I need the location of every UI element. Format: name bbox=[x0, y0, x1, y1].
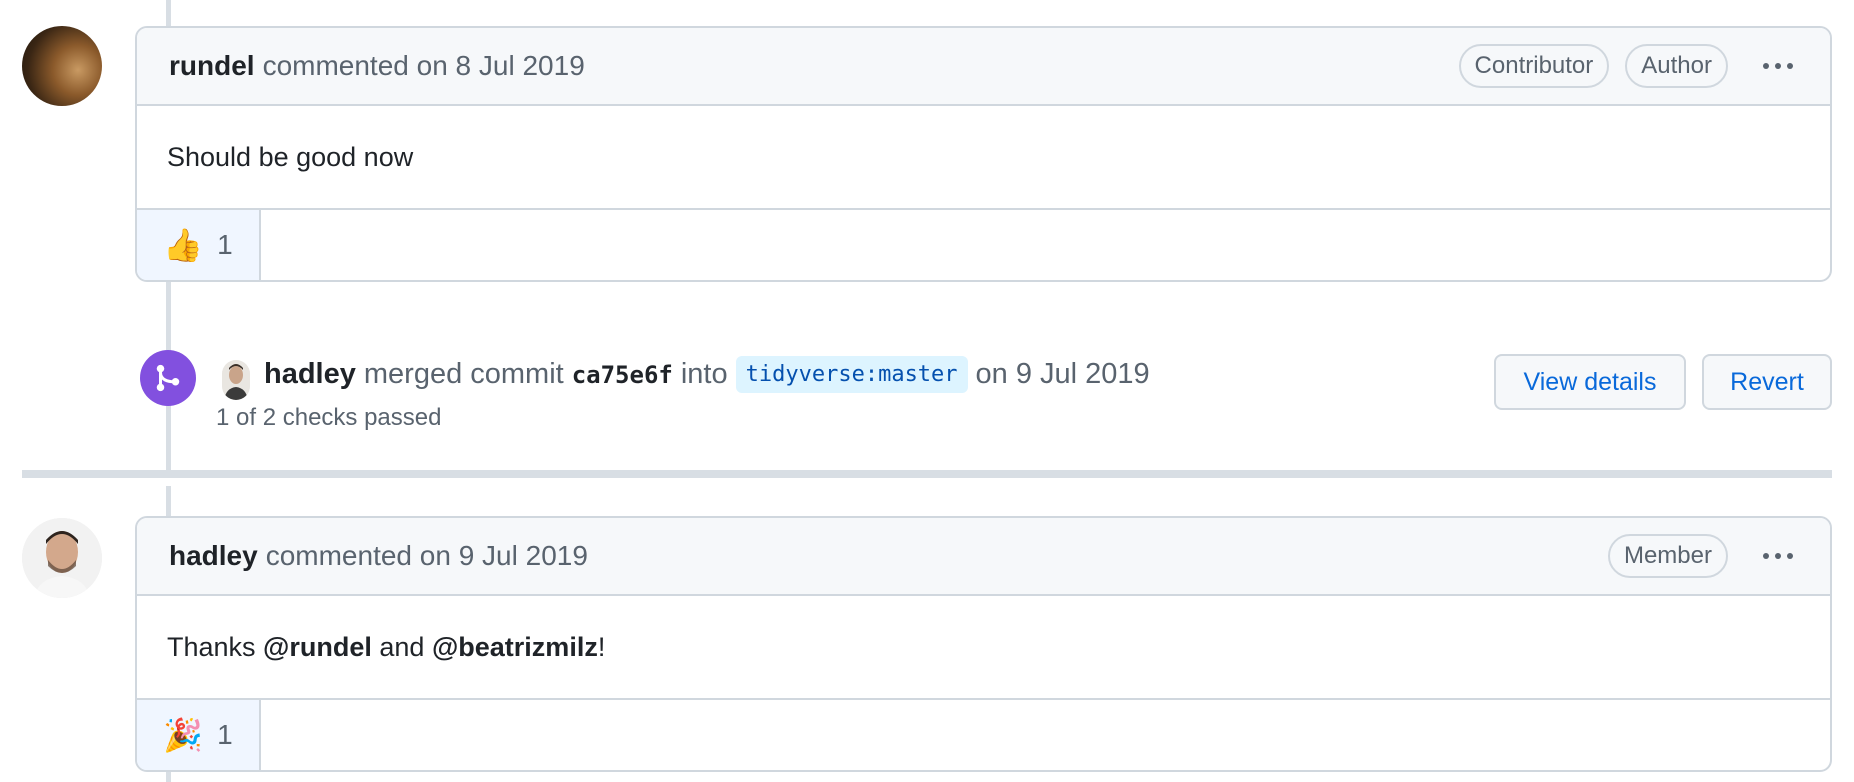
user-mention-link[interactable]: @beatrizmilz bbox=[432, 632, 598, 663]
comment-card: hadley commented on 9 Jul 2019 Member Th… bbox=[135, 516, 1832, 772]
checks-status: 1 of 2 checks passed bbox=[216, 404, 442, 431]
comment-timestamp[interactable]: commented on 8 Jul 2019 bbox=[263, 50, 585, 82]
comment-header: rundel commented on 8 Jul 2019 Contribut… bbox=[137, 28, 1830, 106]
comment-text: Should be good now bbox=[167, 141, 414, 172]
kebab-menu-icon[interactable] bbox=[1754, 48, 1802, 84]
comment-text-mid: and bbox=[371, 631, 432, 662]
member-badge: Member bbox=[1607, 534, 1728, 578]
comment-body: Should be good now bbox=[137, 106, 1830, 210]
branch-label[interactable]: tidyverse:master bbox=[735, 356, 968, 393]
contributor-badge: Contributor bbox=[1458, 44, 1610, 88]
reactions-bar: 🎉 1 bbox=[137, 700, 1830, 770]
comment-text-suffix: ! bbox=[597, 631, 606, 662]
merge-actor[interactable]: hadley bbox=[264, 358, 356, 391]
avatar[interactable] bbox=[222, 360, 250, 400]
reactions-bar: 👍 1 bbox=[137, 210, 1830, 280]
git-merge-icon bbox=[140, 350, 196, 406]
merge-verb: merged commit bbox=[363, 358, 564, 390]
comment-header-actions: Member bbox=[1607, 534, 1802, 578]
comment-timestamp[interactable]: commented on 9 Jul 2019 bbox=[266, 540, 588, 572]
merge-into: into bbox=[680, 358, 728, 390]
commit-sha-link[interactable]: ca75e6f bbox=[572, 361, 673, 389]
comment-author[interactable]: rundel bbox=[169, 50, 255, 82]
view-details-button[interactable]: View details bbox=[1494, 354, 1686, 410]
comment-body: Thanks @rundel and @beatrizmilz ! bbox=[137, 596, 1830, 700]
user-mention-link[interactable]: @rundel bbox=[263, 632, 372, 663]
comment-text-prefix: Thanks bbox=[167, 631, 264, 662]
comment-card: rundel commented on 8 Jul 2019 Contribut… bbox=[135, 26, 1832, 282]
timeline: rundel commented on 8 Jul 2019 Contribut… bbox=[0, 0, 1854, 782]
reaction-tada[interactable]: 🎉 1 bbox=[137, 700, 261, 770]
avatar[interactable] bbox=[22, 518, 102, 598]
comment-author[interactable]: hadley bbox=[169, 540, 258, 572]
thumbs-up-icon: 👍 bbox=[163, 227, 204, 263]
merge-event-text: hadley merged commit ca75e6f into tidyve… bbox=[264, 356, 1150, 393]
author-badge: Author bbox=[1625, 44, 1728, 88]
revert-button[interactable]: Revert bbox=[1702, 354, 1832, 410]
reaction-thumbs-up[interactable]: 👍 1 bbox=[137, 210, 261, 280]
timeline-divider bbox=[22, 470, 1832, 478]
kebab-menu-icon[interactable] bbox=[1754, 538, 1802, 574]
party-popper-icon: 🎉 bbox=[163, 717, 204, 753]
avatar[interactable] bbox=[22, 26, 102, 106]
comment-header-actions: Contributor Author bbox=[1458, 44, 1802, 88]
comment-header: hadley commented on 9 Jul 2019 Member bbox=[137, 518, 1830, 596]
reaction-count: 1 bbox=[217, 719, 233, 750]
merge-date[interactable]: on 9 Jul 2019 bbox=[976, 358, 1150, 391]
reaction-count: 1 bbox=[217, 229, 233, 260]
